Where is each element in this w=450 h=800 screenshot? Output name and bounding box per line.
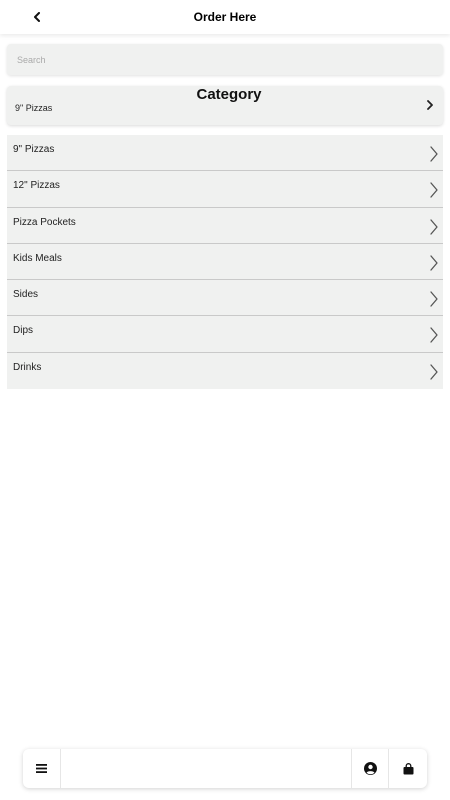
list-item-12-pizzas[interactable]: 12" Pizzas — [7, 171, 443, 208]
chevron-right-icon — [430, 255, 438, 271]
account-button[interactable] — [351, 749, 389, 788]
menu-button[interactable] — [23, 749, 61, 788]
bottom-nav-bar — [23, 749, 427, 788]
cart-button[interactable] — [389, 749, 427, 788]
list-item-label: Drinks — [13, 361, 42, 373]
list-item-label: Dips — [13, 325, 34, 337]
list-item-9-pizzas[interactable]: 9" Pizzas — [7, 135, 443, 172]
category-list: 9" Pizzas 12" Pizzas Pizza Pockets Kids … — [7, 135, 443, 390]
hamburger-menu-icon — [36, 764, 47, 773]
shopping-bag-icon — [403, 762, 413, 774]
chevron-right-icon — [430, 364, 438, 380]
chevron-right-icon — [430, 327, 438, 344]
list-item-label: 9" Pizzas — [13, 144, 55, 155]
list-item-sides[interactable]: Sides — [7, 280, 443, 317]
user-circle-icon — [363, 762, 377, 775]
category-heading: Category — [196, 86, 262, 103]
bottom-bar-spacer — [61, 749, 351, 788]
top-header: Order Here — [0, 0, 450, 34]
chevron-left-icon — [34, 12, 40, 22]
list-item-label: 12" Pizzas — [13, 180, 60, 192]
list-item-kids-meals[interactable]: Kids Meals — [7, 244, 443, 281]
list-item-drinks[interactable]: Drinks — [7, 353, 443, 389]
back-button[interactable] — [28, 8, 46, 26]
chevron-right-icon — [430, 218, 438, 235]
list-item-label: Sides — [13, 289, 39, 301]
page-title: Order Here — [193, 10, 257, 24]
list-item-dips[interactable]: Dips — [7, 316, 443, 353]
search-box — [7, 44, 443, 75]
list-item-label: Kids Meals — [13, 252, 62, 264]
list-item-pizza-pockets[interactable]: Pizza Pockets — [7, 208, 443, 244]
chevron-right-icon — [430, 291, 438, 307]
chevron-right-icon — [427, 100, 433, 110]
category-selector[interactable]: Category 9" Pizzas — [7, 86, 443, 125]
list-item-label: Pizza Pockets — [13, 216, 76, 228]
chevron-right-icon — [430, 182, 438, 198]
search-input[interactable] — [7, 44, 443, 75]
app-root: Order Here Category 9" Pizzas 9" Pizzas … — [0, 0, 450, 800]
category-selected-value: 9" Pizzas — [15, 103, 53, 113]
chevron-right-icon — [430, 146, 438, 162]
